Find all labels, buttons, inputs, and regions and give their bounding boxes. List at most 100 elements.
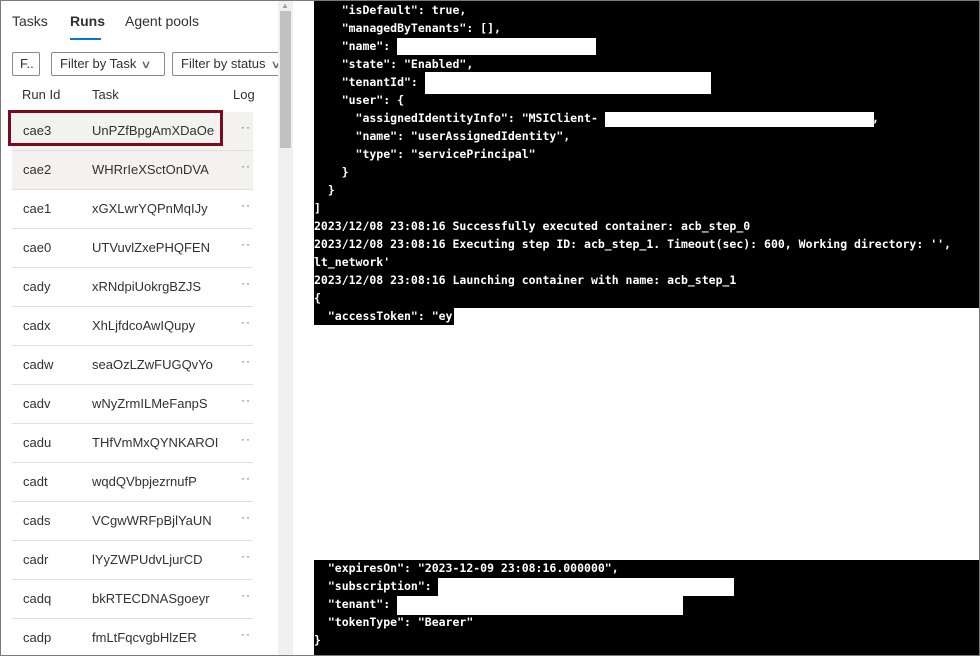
run-id-cell[interactable]: cadw [23,357,53,372]
log-line-managed-by-tenants: "managedByTenants": [], [314,21,501,35]
filter-by-status-dropdown[interactable]: Filter by status∨ [172,52,279,76]
log-line-user: "user": { [314,93,405,107]
more-options-icon[interactable]: ·· [241,549,251,563]
run-id-cell[interactable]: cady [23,279,50,294]
run-id-cell[interactable]: cads [23,513,50,528]
log-line-launching: 2023/12/08 23:08:16 Launching container … [314,273,737,287]
table-row[interactable]: cads VCgwWRFpBjlYaUN ·· [12,502,253,541]
table-row[interactable]: cadv wNyZrmILMeFanpS ·· [12,385,253,424]
table-row[interactable]: cae2 WHRrIeXSctOnDVA ·· [12,151,253,190]
more-options-icon[interactable]: ·· [241,315,251,329]
task-cell: xGXLwrYQPnMqIJy [92,201,208,216]
run-id-cell[interactable]: cadp [23,630,51,645]
log-line-expires-on: "expiresOn": "2023-12-09 23:08:16.000000… [314,561,619,575]
runs-panel: Tasks Runs Agent pools F.. Filter by Tas… [1,1,279,655]
panel-gutter [293,1,314,655]
task-cell: UnPZfBpgAmXDaOe [92,123,215,138]
table-row[interactable]: cadq bkRTECDNASgoeyr ·· [12,580,253,619]
chevron-down-icon: ∨ [140,59,153,71]
table-row[interactable]: cadr lYyZWPUdvLjurCD ·· [12,541,253,580]
redacted-tenant-id [425,72,711,94]
table-row[interactable]: cae1 xGXLwrYQPnMqIJy ·· [12,190,253,229]
table-row[interactable]: cae3 UnPZfBpgAmXDaOe ·· [8,110,253,151]
filter-by-task-label: Filter by Task [60,56,137,71]
more-options-icon[interactable]: ·· [241,354,251,368]
more-options-icon[interactable]: ·· [241,159,251,173]
filter-keyword-label: F.. [20,56,34,71]
run-id-cell[interactable]: cadx [23,318,50,333]
task-cell: WHRrIeXSctOnDVA [92,162,209,177]
log-line-subscription: "subscription": [314,579,439,593]
log-line-user-name: "name": "userAssignedIdentity", [314,129,571,143]
log-line-close-bracket: ] [314,201,321,215]
log-line-close-brace: } [314,183,335,197]
more-options-icon[interactable]: ·· [241,471,251,485]
run-log-console: "isDefault": true, "managedByTenants": [… [314,1,979,655]
more-options-icon[interactable]: ·· [241,237,251,251]
log-line-state: "state": "Enabled", [314,57,474,71]
scroll-up-icon[interactable]: ▲ [281,1,289,10]
table-row[interactable]: cadp fmLtFqcvgbHlzER ·· [12,619,253,655]
table-row[interactable]: cady xRNdpiUokrgBZJS ·· [12,268,253,307]
vertical-scrollbar[interactable]: ▲ [278,1,293,655]
task-cell: seaOzLZwFUGQvYo [92,357,213,372]
more-options-icon[interactable]: ·· [241,276,251,290]
task-cell: VCgwWRFpBjlYaUN [92,513,212,528]
task-cell: UTVuvlZxePHQFEN [92,240,210,255]
task-cell: bkRTECDNASgoeyr [92,591,210,606]
column-header-log[interactable]: Log [233,87,255,102]
column-header-task[interactable]: Task [92,87,119,102]
run-id-cell[interactable]: cadq [23,591,51,606]
log-line-close-brace: } [314,633,321,647]
tab-tasks[interactable]: Tasks [12,13,48,29]
log-line-open-brace: { [314,291,321,305]
log-line-access-token: "accessToken": "ey [314,307,455,325]
run-id-cell[interactable]: cadt [23,474,48,489]
log-line-isdefault: "isDefault": true, [314,3,467,17]
log-line-executing-step: 2023/12/08 23:08:16 Executing step ID: a… [314,237,951,251]
table-row[interactable]: cadw seaOzLZwFUGQvYo ·· [12,346,253,385]
filter-by-status-label: Filter by status [181,56,266,71]
log-line-executed: 2023/12/08 23:08:16 Successfully execute… [314,219,751,233]
run-id-cell[interactable]: cadv [23,396,50,411]
log-line-assigned-identity: "assignedIdentityInfo": "MSIClient- [314,111,598,125]
redacted-access-token [314,308,979,560]
task-cell: XhLjfdcoAwIQupy [92,318,196,333]
tab-runs[interactable]: Runs [70,13,105,29]
redacted-name [397,38,596,55]
log-line-close-brace: } [314,165,349,179]
run-id-cell[interactable]: cae3 [23,123,51,138]
task-cell: wqdQVbpjezrnufP [92,474,197,489]
task-cell: lYyZWPUdvLjurCD [92,552,203,567]
table-row[interactable]: cadu THfVmMxQYNKAROI ·· [12,424,253,463]
filter-keyword-button[interactable]: F.. [12,52,40,76]
more-options-icon[interactable]: ·· [241,198,251,212]
run-id-cell[interactable]: cadr [23,552,48,567]
task-cell: THfVmMxQYNKAROI [92,435,219,450]
run-id-cell[interactable]: cae2 [23,162,51,177]
filter-by-task-dropdown[interactable]: Filter by Task ∨ [51,52,165,76]
run-id-cell[interactable]: cadu [23,435,51,450]
runs-table: cae3 UnPZfBpgAmXDaOe ·· cae2 WHRrIeXSctOnDVA… [8,110,253,655]
more-options-icon[interactable]: ·· [241,120,251,134]
table-row[interactable]: cadt wqdQVbpjezrnufP ·· [12,463,253,502]
more-options-icon[interactable]: ·· [241,588,251,602]
log-line-name: "name": [314,39,398,53]
more-options-icon[interactable]: ·· [241,510,251,524]
task-cell: fmLtFqcvgbHlzER [92,630,197,645]
redacted-subscription [438,578,734,596]
more-options-icon[interactable]: ·· [241,393,251,407]
tab-agent-pools[interactable]: Agent pools [125,13,199,29]
more-options-icon[interactable]: ·· [241,627,251,641]
table-row[interactable]: cae0 UTVuvlZxePHQFEN ·· [12,229,253,268]
table-row[interactable]: cadx XhLjfdcoAwIQupy ·· [12,307,253,346]
more-options-icon[interactable]: ·· [241,432,251,446]
column-header-run-id[interactable]: Run Id [22,87,60,102]
task-cell: xRNdpiUokrgBZJS [92,279,202,294]
redacted-msi-client [605,112,874,127]
scrollbar-thumb[interactable] [280,11,291,148]
log-line-tenant-id: "tenantId": [314,75,425,89]
run-id-cell[interactable]: cae1 [23,201,51,216]
redacted-tenant [397,596,683,615]
run-id-cell[interactable]: cae0 [23,240,51,255]
